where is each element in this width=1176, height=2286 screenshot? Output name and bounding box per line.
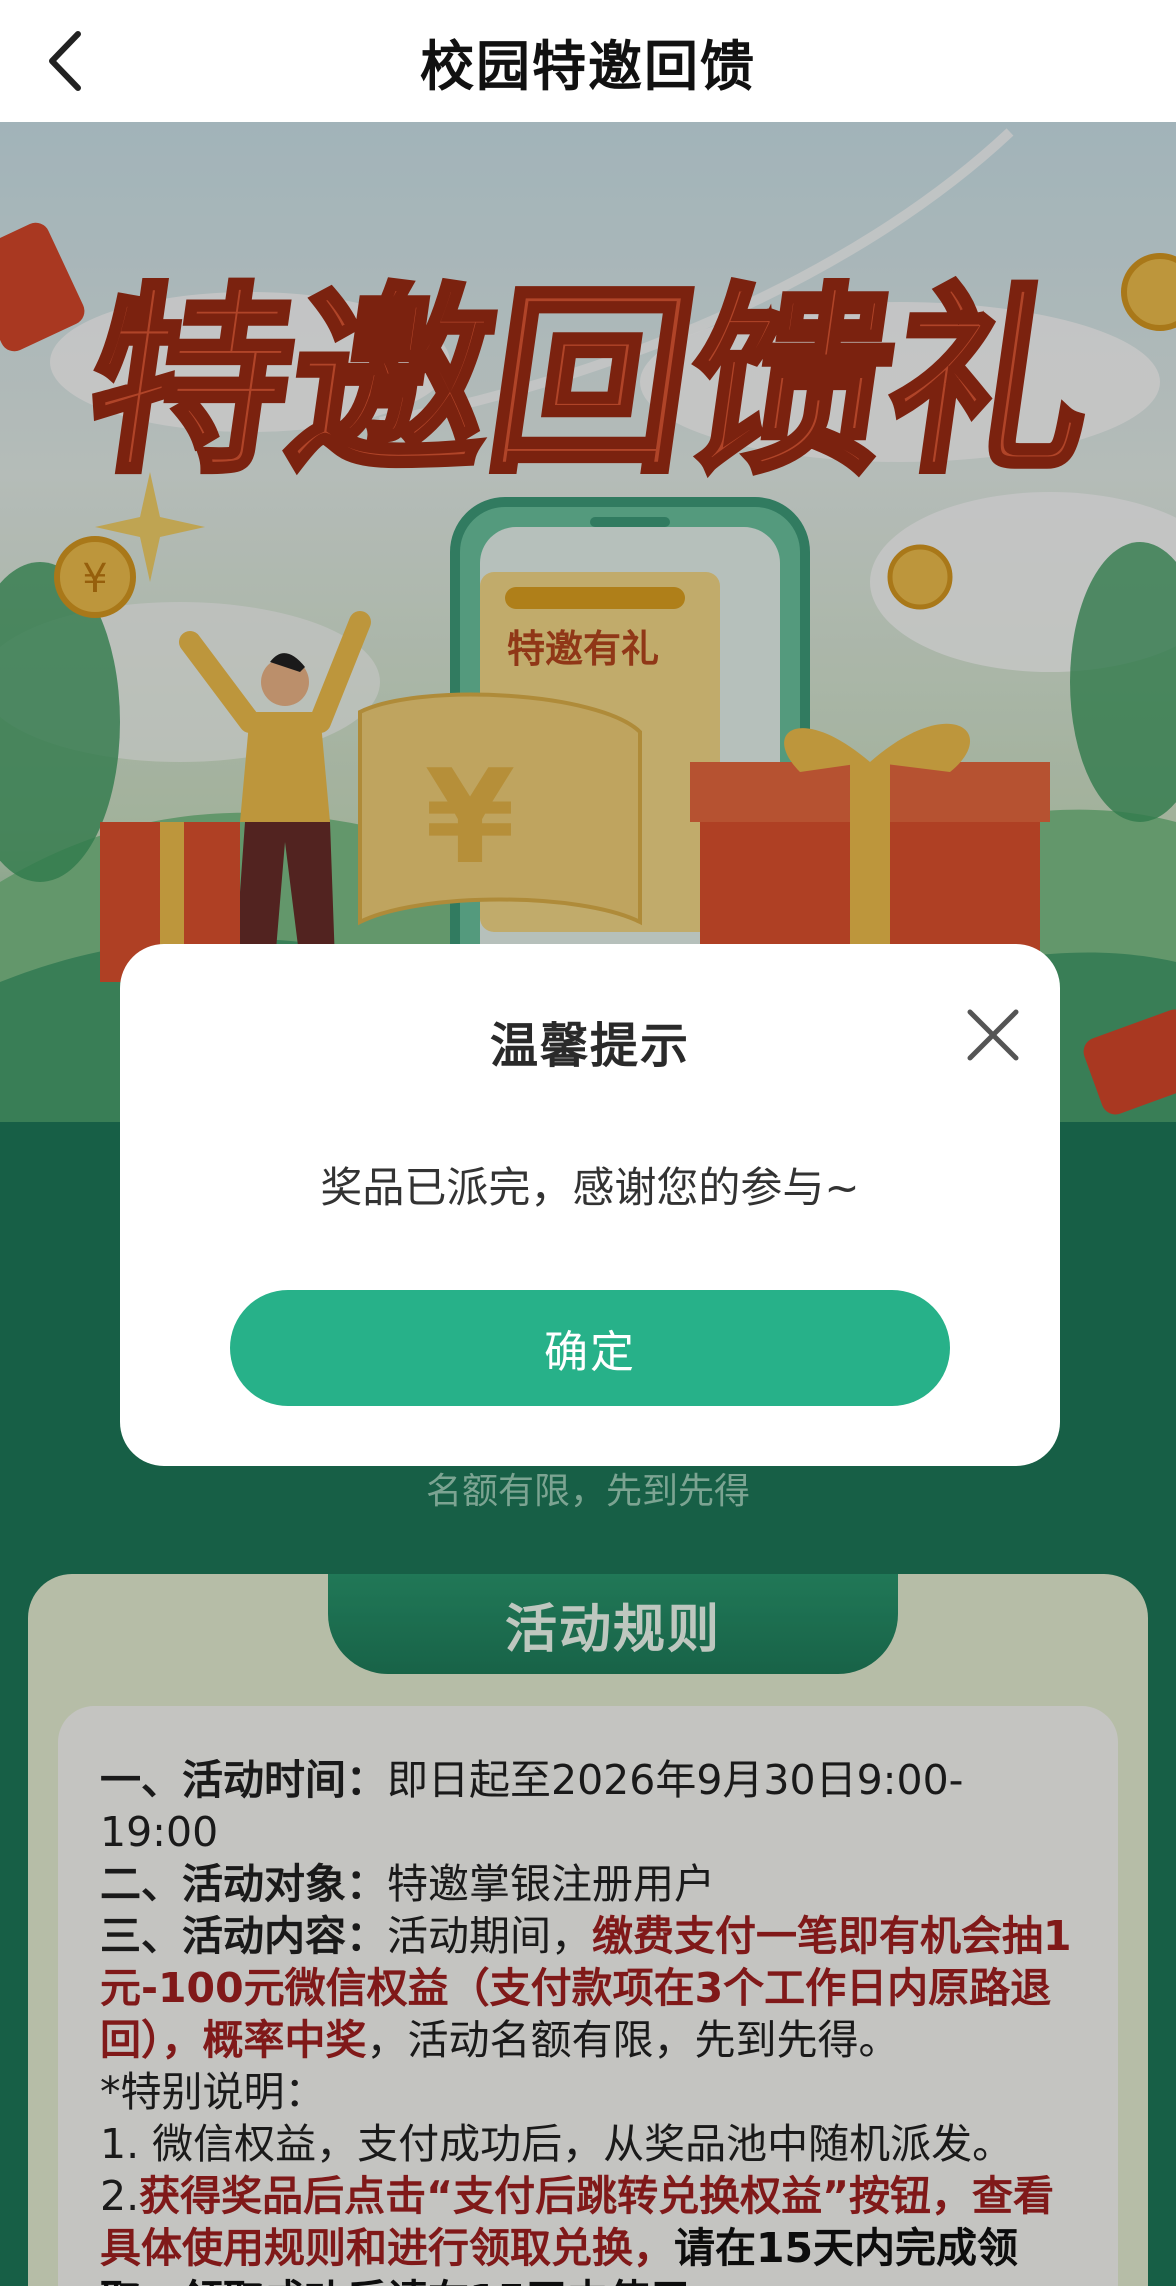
back-button[interactable] — [40, 18, 130, 104]
notice-dialog: 温馨提示 奖品已派完，感谢您的参与~ 确定 — [120, 944, 1060, 1466]
close-icon — [967, 1009, 1019, 1061]
dialog-message: 奖品已派完，感谢您的参与~ — [320, 1163, 860, 1212]
confirm-button-label: 确定 — [544, 1327, 636, 1378]
chevron-left-icon — [49, 31, 81, 91]
dialog-title: 温馨提示 — [489, 1018, 690, 1074]
top-navbar: 校园特邀回馈 — [0, 0, 1176, 122]
confirm-button[interactable]: 确定 — [230, 1290, 950, 1406]
page-title: 校园特邀回馈 — [420, 34, 756, 98]
close-button[interactable] — [958, 1000, 1028, 1070]
